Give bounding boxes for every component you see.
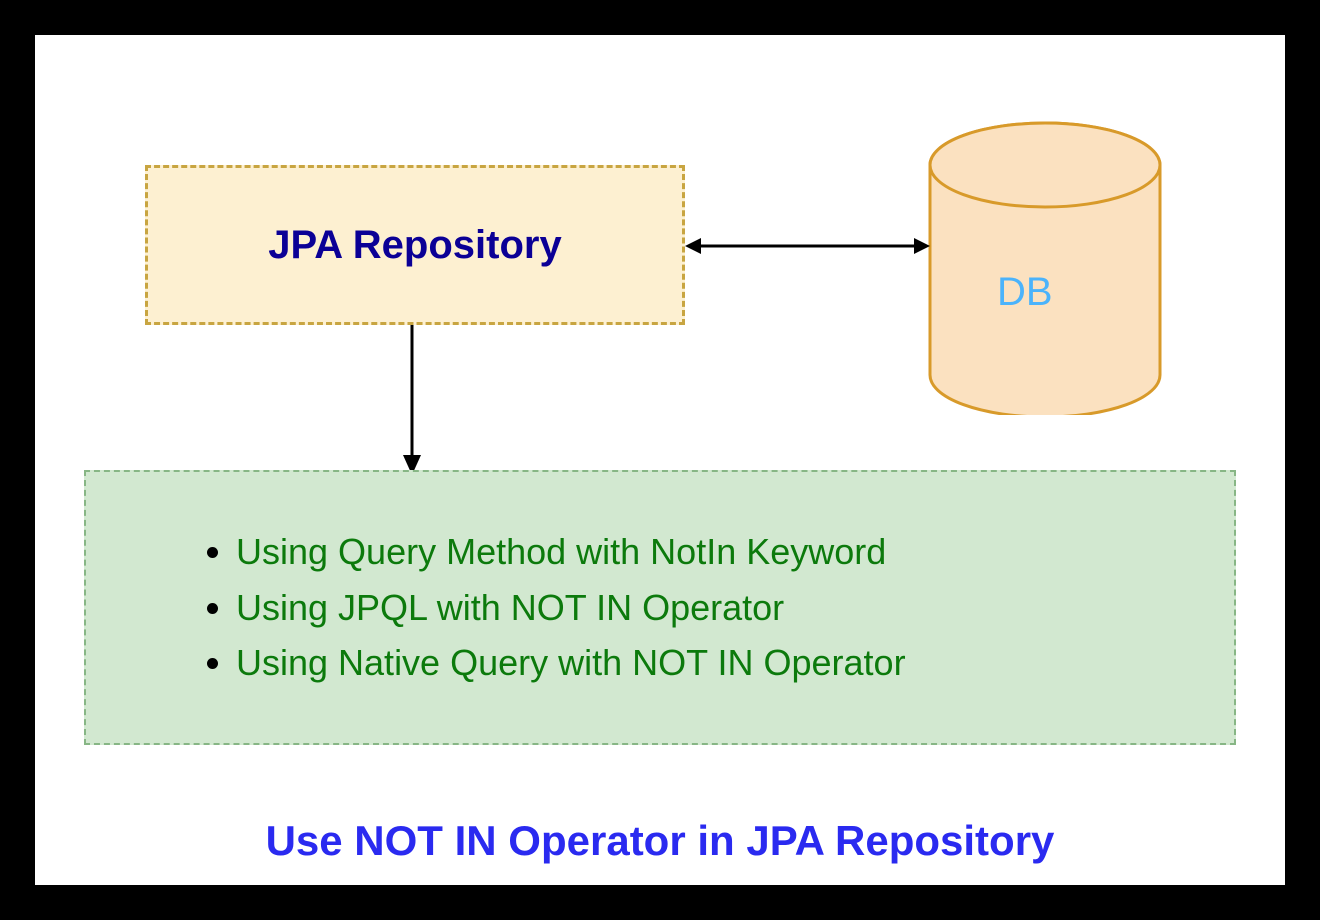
database-icon xyxy=(920,115,1170,415)
list-item: Using Query Method with NotIn Keyword xyxy=(236,524,906,580)
list-item: Using Native Query with NOT IN Operator xyxy=(236,635,906,691)
database-label: DB xyxy=(997,270,1053,315)
methods-list: Using Query Method with NotIn Keyword Us… xyxy=(146,524,906,691)
diagram-canvas: JPA Repository DB Using Query Method wit… xyxy=(35,35,1285,885)
method-item-text: Using Native Query with NOT IN Operator xyxy=(236,642,906,683)
methods-box: Using Query Method with NotIn Keyword Us… xyxy=(84,470,1236,745)
jpa-repository-label: JPA Repository xyxy=(268,223,561,268)
list-item: Using JPQL with NOT IN Operator xyxy=(236,580,906,636)
down-arrow-icon xyxy=(397,325,427,475)
jpa-repository-box: JPA Repository xyxy=(145,165,685,325)
method-item-text: Using JPQL with NOT IN Operator xyxy=(236,587,784,628)
page-title: Use NOT IN Operator in JPA Repository xyxy=(35,817,1285,865)
method-item-text: Using Query Method with NotIn Keyword xyxy=(236,531,886,572)
bidirectional-arrow-icon xyxy=(685,231,930,261)
